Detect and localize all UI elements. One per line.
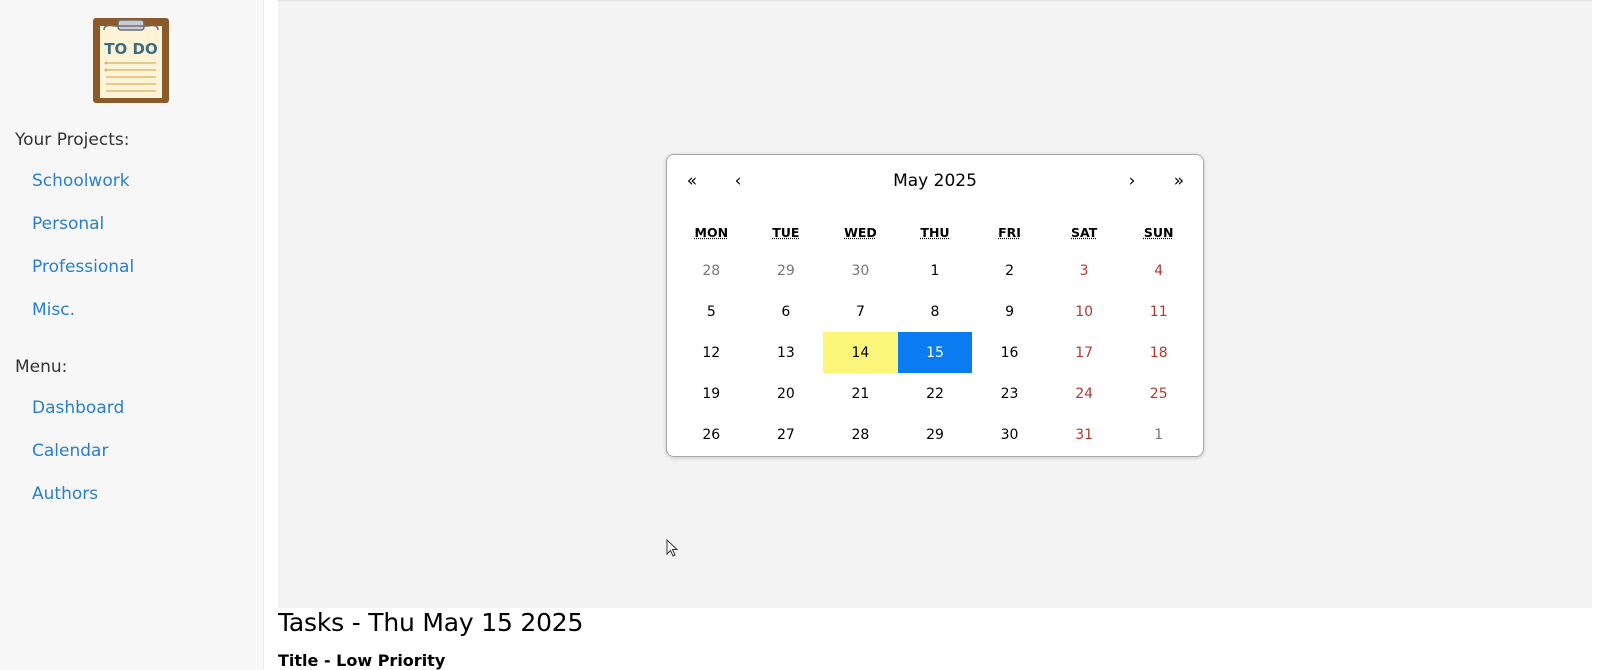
svg-text:TO DO: TO DO: [104, 40, 157, 58]
calendar-day-cell[interactable]: 21: [823, 373, 898, 414]
tasks-heading: Tasks - Thu May 15 2025: [278, 608, 584, 637]
calendar-day-cell[interactable]: 10: [1047, 291, 1122, 332]
calendar-day-cell[interactable]: 25: [1121, 373, 1196, 414]
prev-year-button[interactable]: «: [677, 169, 707, 193]
calendar-day-cell[interactable]: 22: [898, 373, 973, 414]
calendar-day-cell[interactable]: 20: [749, 373, 824, 414]
app-root: TO DO Your Projects: Schoolwork Personal…: [0, 0, 1600, 670]
weekday-label: WED: [844, 225, 877, 240]
task-title: Title - Low Priority: [278, 651, 446, 670]
weekday-wed: WED: [823, 225, 898, 245]
weekday-label: SAT: [1071, 225, 1098, 240]
calendar-day-cell[interactable]: 4: [1121, 250, 1196, 291]
weekday-fri: FRI: [972, 225, 1047, 245]
calendar-day-cell[interactable]: 8: [898, 291, 973, 332]
sidebar: TO DO Your Projects: Schoolwork Personal…: [0, 0, 264, 670]
calendar-day-cell[interactable]: 30: [823, 250, 898, 291]
calendar-day-cell[interactable]: 9: [972, 291, 1047, 332]
weekday-label: SUN: [1143, 225, 1174, 240]
calendar-day-cell[interactable]: 28: [674, 250, 749, 291]
calendar-day-cell[interactable]: 24: [1047, 373, 1122, 414]
sidebar-item-personal[interactable]: Personal: [32, 214, 104, 234]
calendar-day-cell[interactable]: 29: [749, 250, 824, 291]
menu-section-label: Menu:: [15, 357, 68, 377]
calendar-day-cell[interactable]: 15: [897, 332, 973, 373]
calendar-day-cell[interactable]: 23: [972, 373, 1047, 414]
calendar-month-title[interactable]: May 2025: [817, 169, 1053, 193]
weekday-label: TUE: [772, 225, 800, 240]
calendar-day-cell[interactable]: 16: [972, 332, 1047, 373]
calendar-widget: « ‹ May 2025 › » MON TUE WED THU FRI SAT SUN 2…: [666, 154, 1204, 457]
weekday-label: THU: [920, 225, 950, 240]
calendar-day-cell[interactable]: 18: [1121, 332, 1196, 373]
calendar-panel: « ‹ May 2025 › » MON TUE WED THU FRI SAT SUN 2…: [278, 0, 1592, 608]
calendar-day-cell[interactable]: 27: [749, 414, 824, 455]
calendar-day-cell[interactable]: 3: [1047, 250, 1122, 291]
next-month-button[interactable]: ›: [1117, 169, 1147, 193]
calendar-day-cell[interactable]: 6: [749, 291, 824, 332]
calendar-day-cell[interactable]: 29: [898, 414, 973, 455]
calendar-day-cell[interactable]: 1: [898, 250, 973, 291]
weekday-label: FRI: [998, 225, 1021, 240]
calendar-day-cell[interactable]: 13: [749, 332, 824, 373]
calendar-day-cell[interactable]: 12: [674, 332, 749, 373]
weekday-thu: THU: [898, 225, 973, 245]
sidebar-item-dashboard[interactable]: Dashboard: [32, 398, 124, 418]
weekday-header-row: MON TUE WED THU FRI SAT SUN: [674, 225, 1196, 245]
mouse-cursor-icon: [666, 538, 679, 557]
calendar-day-cell[interactable]: 31: [1047, 414, 1122, 455]
weekday-mon: MON: [674, 225, 749, 245]
calendar-day-cell[interactable]: 7: [823, 291, 898, 332]
weekday-sat: SAT: [1047, 225, 1122, 245]
projects-section-label: Your Projects:: [15, 130, 130, 150]
next-year-button[interactable]: »: [1164, 169, 1194, 193]
calendar-day-cell[interactable]: 5: [674, 291, 749, 332]
prev-month-button[interactable]: ‹: [723, 169, 753, 193]
sidebar-item-calendar[interactable]: Calendar: [32, 441, 108, 461]
calendar-day-cell[interactable]: 2: [972, 250, 1047, 291]
todo-logo-icon[interactable]: TO DO: [92, 16, 170, 104]
calendar-day-cell[interactable]: 17: [1047, 332, 1122, 373]
calendar-day-cell[interactable]: 14: [823, 332, 898, 373]
sidebar-item-schoolwork[interactable]: Schoolwork: [32, 171, 130, 191]
calendar-day-cell[interactable]: 11: [1121, 291, 1196, 332]
weekday-tue: TUE: [749, 225, 824, 245]
calendar-day-cell[interactable]: 28: [823, 414, 898, 455]
calendar-day-cell[interactable]: 1: [1121, 414, 1196, 455]
sidebar-item-misc[interactable]: Misc.: [32, 300, 75, 320]
calendar-day-grid: 28 29 30 1 2 3 4 5 6 7 8 9 10 11 12 13 14 15 16 17 18 19 20 21 2…: [674, 250, 1196, 455]
calendar-day-cell[interactable]: 26: [674, 414, 749, 455]
weekday-label: MON: [694, 225, 729, 240]
sidebar-item-professional[interactable]: Professional: [32, 257, 134, 277]
main-content: « ‹ May 2025 › » MON TUE WED THU FRI SAT SUN 2…: [278, 0, 1592, 670]
sidebar-item-authors[interactable]: Authors: [32, 484, 98, 504]
calendar-day-cell[interactable]: 19: [674, 373, 749, 414]
calendar-day-cell[interactable]: 30: [972, 414, 1047, 455]
weekday-sun: SUN: [1121, 225, 1196, 245]
